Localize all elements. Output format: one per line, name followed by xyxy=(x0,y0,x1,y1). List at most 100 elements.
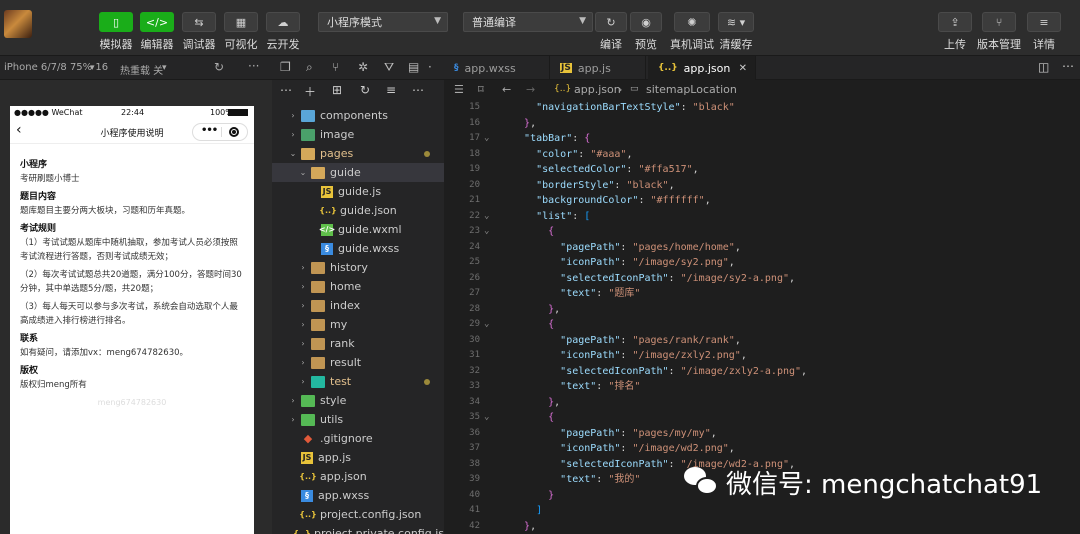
tab-app-json[interactable]: {..} app.json ✕ xyxy=(648,56,756,80)
more-icon[interactable]: ··· xyxy=(248,59,259,73)
more-icon[interactable]: ⋯ xyxy=(280,83,292,97)
tab-app-wxss[interactable]: § app.wxss xyxy=(444,56,550,80)
chevron-right-icon[interactable]: › xyxy=(298,263,308,272)
tree-item-label: style xyxy=(320,394,347,407)
folder-icon xyxy=(301,128,315,141)
refresh-icon[interactable]: ↻ xyxy=(360,83,370,97)
editor-toggle-button[interactable]: </> xyxy=(140,12,174,32)
tree-item[interactable]: </> guide.wxml xyxy=(272,220,444,239)
chevron-right-icon[interactable]: › xyxy=(298,320,308,329)
chevron-right-icon[interactable]: › xyxy=(298,301,308,310)
more-dots-icon[interactable]: ••• xyxy=(201,125,218,136)
preview-button[interactable]: ◉ xyxy=(630,12,662,32)
tree-item[interactable]: › utils xyxy=(272,410,444,429)
collapse-icon[interactable]: ≡ xyxy=(386,83,396,97)
tree-item[interactable]: › index xyxy=(272,296,444,315)
files-icon[interactable]: ❐ xyxy=(280,60,291,74)
tab-app-js[interactable]: JS app.js xyxy=(550,56,646,80)
fold-chevron-icon[interactable]: ⌄ xyxy=(484,410,489,426)
code-text: } xyxy=(548,489,555,501)
tree-item[interactable]: ◆ .gitignore xyxy=(272,429,444,448)
capsule-menu[interactable]: ••• xyxy=(192,123,248,141)
chevron-right-icon[interactable]: › xyxy=(288,111,298,120)
tree-item[interactable]: › my xyxy=(272,315,444,334)
tree-item[interactable]: § app.wxss xyxy=(272,486,444,505)
code-text: "iconPath": "/image/sy2.png", xyxy=(560,257,735,268)
code-line: 28 }, xyxy=(444,302,1080,318)
tree-item[interactable]: § guide.wxss xyxy=(272,239,444,258)
more-icon[interactable]: · xyxy=(428,60,432,74)
tree-item[interactable]: › result xyxy=(272,353,444,372)
tree-item[interactable]: › history xyxy=(272,258,444,277)
simulator-toggle-button[interactable]: ▯ xyxy=(99,12,133,32)
code-line: 35 ⌄ { xyxy=(444,410,1080,426)
close-target-icon[interactable] xyxy=(229,127,239,137)
back-arrow-icon[interactable]: ← xyxy=(502,83,511,96)
tree-item[interactable]: {..} project.private.config.js xyxy=(272,524,444,534)
tree-item[interactable]: › components xyxy=(272,106,444,125)
code-text: "selectedIconPath": "/image/sy2-a.png", xyxy=(560,272,796,284)
new-file-icon[interactable]: ＋ xyxy=(304,83,316,100)
search-icon[interactable]: ⌕ xyxy=(306,60,313,75)
fold-chevron-icon[interactable]: ⌄ xyxy=(484,131,489,147)
fold-chevron-icon[interactable]: ⌄ xyxy=(484,224,489,240)
wxss-file-icon: § xyxy=(301,489,313,502)
new-folder-icon[interactable]: ⊞ xyxy=(332,83,342,97)
compile-mode-select[interactable]: 普通编译 ▼ xyxy=(463,12,593,32)
code-line: 15 "navigationBarTextStyle": "black" xyxy=(444,100,1080,116)
debugger-label: 调试器 xyxy=(182,38,216,51)
chevron-down-icon[interactable]: ⌄ xyxy=(288,149,298,158)
tab-label: app.js xyxy=(577,61,611,75)
debugger-toggle-button[interactable]: ⇆ xyxy=(182,12,216,32)
tree-item[interactable]: {..} guide.json xyxy=(272,201,444,220)
chevron-right-icon[interactable]: › xyxy=(298,358,308,367)
breadcrumb-file[interactable]: app.json xyxy=(574,83,621,96)
mode-select[interactable]: 小程序模式 ▼ xyxy=(318,12,448,32)
hot-reload-toggle[interactable]: 热重载 关 xyxy=(120,62,163,77)
forward-arrow-icon[interactable]: → xyxy=(526,83,535,96)
breadcrumb-symbol[interactable]: sitemapLocation xyxy=(646,83,737,96)
tree-item[interactable]: {..} project.config.json xyxy=(272,505,444,524)
tree-item[interactable]: ⌄ guide xyxy=(272,163,444,182)
extensions-icon[interactable]: ⛛ xyxy=(384,60,394,75)
tree-item[interactable]: › home xyxy=(272,277,444,296)
chevron-right-icon[interactable]: › xyxy=(288,396,298,405)
more-icon[interactable]: ⋯ xyxy=(412,83,424,97)
line-number: 21 xyxy=(469,195,480,205)
compile-button[interactable]: ↻ xyxy=(595,12,627,32)
details-button[interactable]: ≡ xyxy=(1027,12,1061,32)
chevron-right-icon[interactable]: › xyxy=(298,339,308,348)
chevron-right-icon[interactable]: › xyxy=(288,130,298,139)
tree-item[interactable]: › image xyxy=(272,125,444,144)
tree-item[interactable]: › test xyxy=(272,372,444,391)
project-avatar[interactable] xyxy=(4,10,32,38)
chevron-right-icon[interactable]: › xyxy=(298,282,308,291)
version-control-button[interactable]: ⑂ xyxy=(982,12,1016,32)
layout-icon[interactable]: ▤ xyxy=(408,60,419,74)
clear-cache-button[interactable]: ≋ ▾ xyxy=(718,12,754,32)
tree-item[interactable]: › rank xyxy=(272,334,444,353)
tree-item-label: guide xyxy=(330,166,361,179)
device-debug-button[interactable]: ✺ xyxy=(674,12,710,32)
source-control-icon[interactable]: ⑂ xyxy=(332,60,339,74)
bookmark-icon[interactable]: ⌑ xyxy=(478,83,484,96)
upload-button[interactable]: ⇪ xyxy=(938,12,972,32)
fold-chevron-icon[interactable]: ⌄ xyxy=(484,317,489,333)
reload-icon[interactable]: ↻ xyxy=(214,60,224,74)
tree-item[interactable]: › style xyxy=(272,391,444,410)
split-editor-icon[interactable]: ◫ xyxy=(1038,60,1049,74)
tree-item[interactable]: JS guide.js xyxy=(272,182,444,201)
tree-item[interactable]: ⌄ pages xyxy=(272,144,444,163)
chevron-down-icon[interactable]: ⌄ xyxy=(298,168,308,177)
more-icon[interactable]: ⋯ xyxy=(1062,59,1074,73)
chevron-right-icon[interactable]: › xyxy=(298,377,308,386)
tree-item[interactable]: {..} app.json xyxy=(272,467,444,486)
chevron-right-icon[interactable]: › xyxy=(288,415,298,424)
close-icon[interactable]: ✕ xyxy=(739,63,747,74)
cloud-dev-button[interactable]: ☁ xyxy=(266,12,300,32)
tree-item[interactable]: JS app.js xyxy=(272,448,444,467)
fold-chevron-icon[interactable]: ⌄ xyxy=(484,209,489,225)
menu-icon[interactable]: ☰ xyxy=(454,83,464,96)
visual-toggle-button[interactable]: ▦ xyxy=(224,12,258,32)
debug-icon[interactable]: ✲ xyxy=(358,60,368,74)
